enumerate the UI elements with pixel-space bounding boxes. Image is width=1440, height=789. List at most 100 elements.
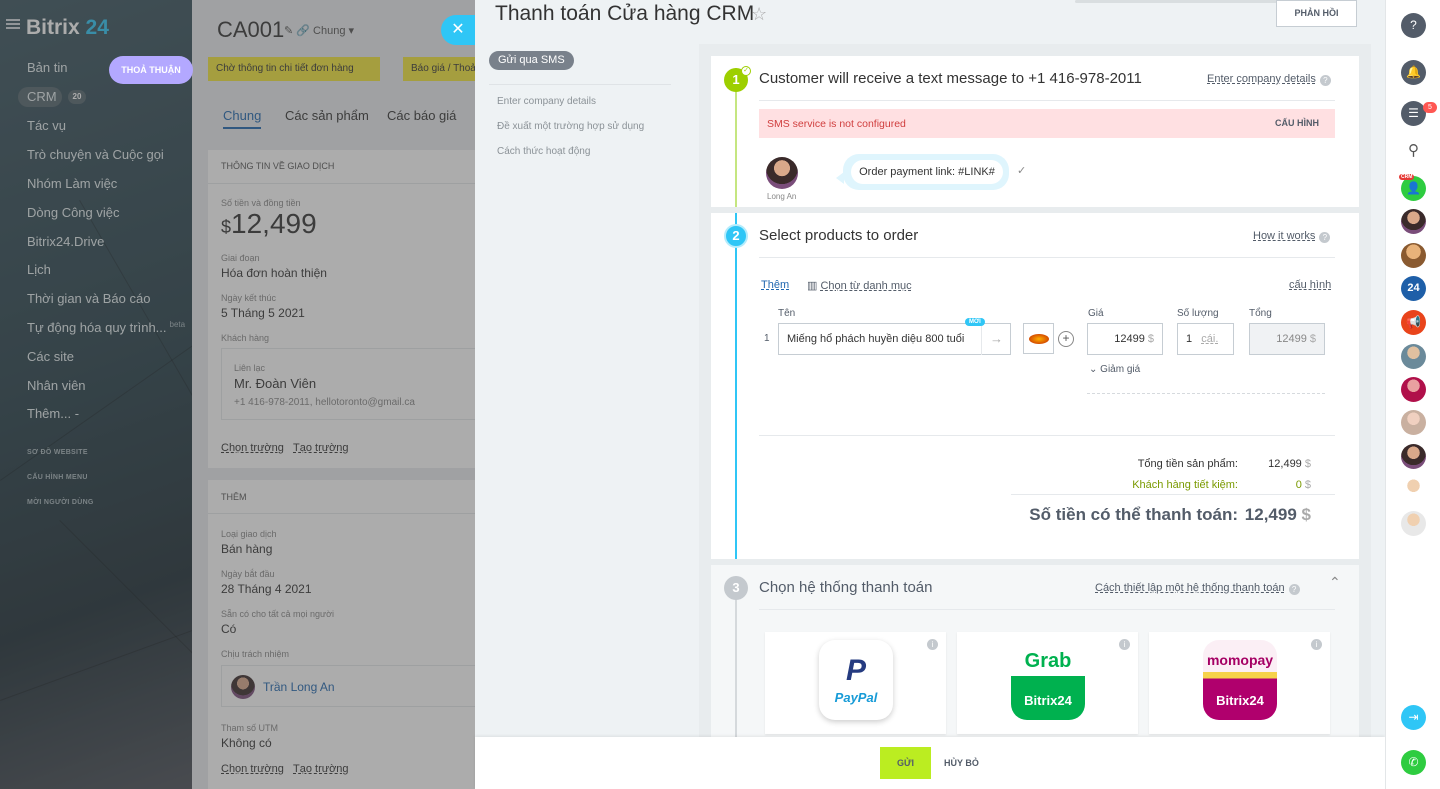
- side-link-suggest[interactable]: Đề xuất một trường hợp sử dụng: [497, 121, 644, 132]
- add-image-icon[interactable]: +: [1058, 331, 1074, 347]
- payment-setup-label: Cách thiết lập một hệ thống thanh toán: [1095, 582, 1285, 594]
- qty-input[interactable]: 1 cái.: [1177, 323, 1234, 355]
- notification-count-badge: 5: [1423, 102, 1437, 113]
- product-name-input[interactable]: Miếng hổ phách huyền diệu 800 tuổi: [778, 323, 1011, 355]
- chat-icon[interactable]: ☰: [1401, 101, 1426, 126]
- sms-error-text: SMS service is not configured: [767, 118, 906, 130]
- product-image[interactable]: [1023, 323, 1054, 354]
- help-icon: ?: [1319, 75, 1331, 86]
- savings-currency: $: [1304, 479, 1311, 491]
- feedback-button[interactable]: PHẢN HỒI: [1276, 0, 1357, 27]
- products-total-value: 12,499 $: [1251, 458, 1311, 470]
- savings-label: Khách hàng tiết kiệm:: [1132, 479, 1238, 491]
- user-avatar-2[interactable]: [1401, 243, 1426, 268]
- send-via-sms-tab[interactable]: Gửi qua SMS: [489, 51, 574, 70]
- info-icon[interactable]: i: [1311, 639, 1322, 650]
- sender-name: Long An: [767, 192, 797, 201]
- bubble-tail: [836, 172, 844, 184]
- payment-option-paypal[interactable]: P PayPal i: [765, 632, 946, 734]
- sender-avatar: [766, 157, 798, 189]
- add-product-link[interactable]: Thêm: [761, 279, 789, 291]
- bell-icon[interactable]: 🔔: [1401, 60, 1426, 85]
- payable-value: 12,499 $: [1241, 505, 1311, 525]
- how-it-works-link[interactable]: How it works?: [1253, 230, 1331, 243]
- step-1-panel: 1 ✓ Customer will receive a text message…: [711, 56, 1359, 207]
- check-icon: ✓: [741, 66, 751, 76]
- crm-badge: CRM: [1399, 174, 1415, 180]
- paypal-icon: P PayPal: [819, 640, 893, 720]
- products-total-label: Tổng tiền sản phẩm:: [1137, 458, 1238, 470]
- total-currency: $: [1309, 333, 1316, 345]
- discount-toggle[interactable]: ⌄ Giảm giá: [1089, 364, 1140, 375]
- savings-amount: 0: [1295, 479, 1302, 491]
- catalog-label: Chọn từ danh mục: [820, 280, 912, 292]
- catalog-icon: ▥: [807, 280, 818, 292]
- product-name-value: Miếng hổ phách huyền diệu 800 tuổi: [787, 333, 965, 345]
- megaphone-icon[interactable]: 📢: [1401, 310, 1426, 335]
- configure-sms-button[interactable]: CẤU HÌNH: [1275, 118, 1319, 128]
- col-total-header: Tổng: [1249, 308, 1272, 319]
- payment-option-grab[interactable]: Grab Bitrix24 i: [957, 632, 1138, 734]
- col-price-header: Giá: [1088, 308, 1104, 319]
- bitrix24-channel-label: 24: [1407, 282, 1420, 294]
- star-icon[interactable]: ☆: [751, 4, 767, 25]
- close-slider-button[interactable]: ✕: [441, 15, 475, 45]
- close-icon: ✕: [451, 21, 465, 38]
- payment-option-momo[interactable]: momopay Bitrix24 i: [1149, 632, 1330, 734]
- overlay-dim: [0, 0, 475, 789]
- step-3-number: 3: [724, 576, 748, 600]
- momo-bitrix-label: Bitrix24: [1216, 693, 1264, 708]
- payable-label: Số tiền có thể thanh toán:: [1029, 505, 1238, 524]
- info-icon[interactable]: i: [927, 639, 938, 650]
- side-link-company[interactable]: Enter company details: [497, 96, 596, 107]
- paypal-name: PayPal: [834, 690, 878, 705]
- help-icon[interactable]: ?: [1401, 13, 1426, 38]
- col-name-header: Tên: [778, 308, 796, 319]
- payable-currency: $: [1301, 505, 1311, 524]
- deal-type-badge[interactable]: THOẢ THUẬN: [109, 56, 193, 84]
- step-3-heading: Chọn hệ thống thanh toán: [759, 579, 933, 596]
- user-avatar-6[interactable]: [1401, 444, 1426, 469]
- sms-error-banner: SMS service is not configured CẤU HÌNH: [759, 109, 1335, 138]
- qty-value: 1: [1186, 333, 1193, 345]
- slider-title: Thanh toán Cửa hàng CRM: [495, 2, 755, 25]
- user-avatar-5[interactable]: [1401, 410, 1426, 435]
- payable-amount: 12,499: [1244, 505, 1297, 524]
- info-icon[interactable]: i: [1119, 639, 1130, 650]
- bitrix24-channel-icon[interactable]: 24: [1401, 276, 1426, 301]
- momo-icon: momopay Bitrix24: [1203, 640, 1277, 720]
- user-avatar-4[interactable]: [1401, 377, 1426, 402]
- user-avatar-1[interactable]: [1401, 209, 1426, 234]
- phone-icon[interactable]: ✆: [1401, 750, 1426, 775]
- grab-bitrix-label: Bitrix24: [1024, 693, 1072, 708]
- products-total-amount: 12,499: [1268, 458, 1302, 470]
- user-avatar-8[interactable]: [1401, 511, 1426, 536]
- enter-company-details-label: Enter company details: [1207, 73, 1316, 85]
- choose-from-catalog-link[interactable]: ▥ Chọn từ danh mục: [807, 279, 912, 292]
- cancel-button[interactable]: HỦY BỎ: [944, 747, 979, 779]
- qty-unit: cái.: [1201, 333, 1219, 345]
- payment-slider: Thanh toán Cửa hàng CRM ☆ PHẢN HỒI Gửi q…: [475, 0, 1385, 789]
- search-icon[interactable]: ⚲: [1401, 138, 1426, 163]
- step-2-number: 2: [724, 224, 748, 248]
- arrow-right-icon[interactable]: →: [981, 323, 1011, 355]
- settings-link[interactable]: cấu hình: [1289, 279, 1331, 291]
- step-3-line: [735, 577, 737, 737]
- help-icon: ?: [1288, 584, 1300, 595]
- user-avatar-7[interactable]: [1401, 477, 1426, 502]
- step-2-heading: Select products to order: [759, 227, 919, 244]
- enter-company-details-link[interactable]: Enter company details?: [1207, 73, 1331, 86]
- savings-value: 0 $: [1251, 479, 1311, 491]
- step-2-line: [735, 213, 737, 559]
- total-value: 12499: [1276, 333, 1307, 345]
- side-link-howto[interactable]: Cách thức hoạt động: [497, 146, 590, 157]
- open-lines-icon[interactable]: ⇥: [1401, 705, 1426, 730]
- user-avatar-3[interactable]: [1401, 344, 1426, 369]
- chevron-up-icon[interactable]: ⌃: [1329, 574, 1341, 591]
- discount-label: Giảm giá: [1100, 364, 1141, 375]
- send-button[interactable]: GỬI: [880, 747, 931, 779]
- payment-setup-link[interactable]: Cách thiết lập một hệ thống thanh toán?: [1095, 582, 1300, 595]
- price-input[interactable]: 12499 $: [1087, 323, 1163, 355]
- delivered-check-icon: ✓: [1017, 165, 1027, 177]
- sms-message[interactable]: Order payment link: #LINK#: [851, 160, 1003, 184]
